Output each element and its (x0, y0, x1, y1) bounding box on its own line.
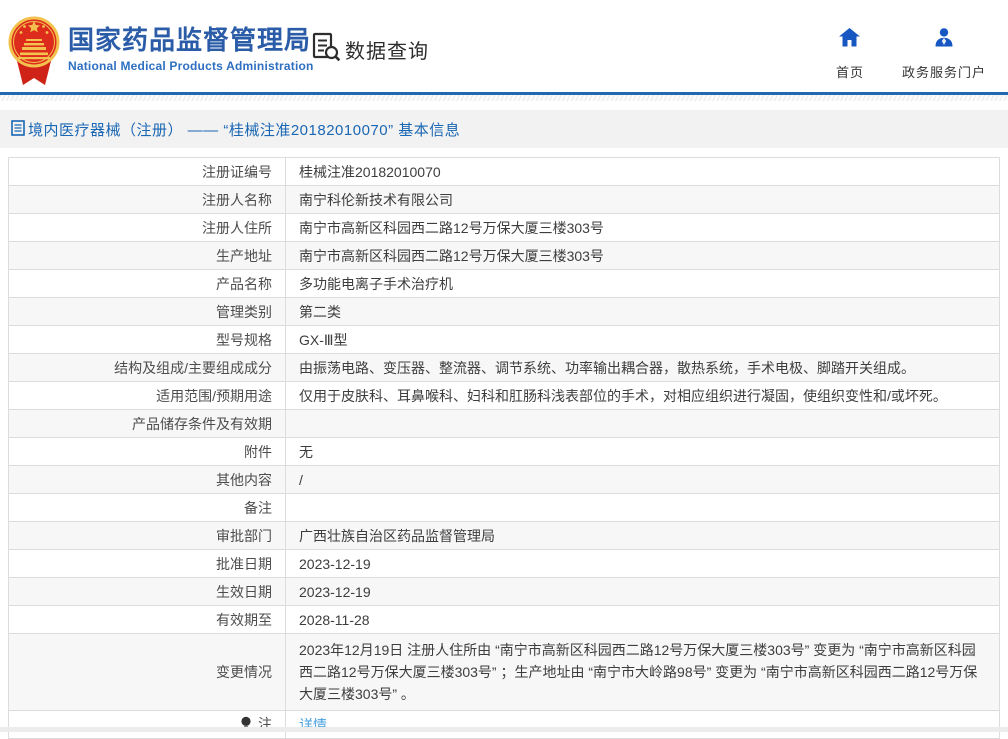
row-label-text: 批准日期 (216, 555, 272, 572)
row-value: GX-Ⅲ型 (285, 325, 1000, 354)
row-label: 注册证编号 (8, 157, 286, 186)
row-label: 结构及组成/主要组成成分 (8, 353, 286, 382)
table-row: 生产地址 南宁市高新区科园西二路12号万保大厦三楼303号 (8, 241, 1000, 270)
row-label-text: 其他内容 (216, 471, 272, 488)
row-label: 有效期至 (8, 605, 286, 634)
row-label: 注册人住所 (8, 213, 286, 242)
table-row: 附件无 (8, 437, 1000, 466)
list-icon (11, 119, 25, 139)
row-label-text: 产品储存条件及有效期 (132, 415, 272, 432)
row-label: 其他内容 (8, 465, 286, 494)
hatch-strip (0, 95, 1008, 101)
table-row: 生效日期 2023-12-19 (8, 577, 1000, 606)
table-row: 批准日期 2023-12-19 (8, 549, 1000, 578)
row-value: 南宁科伦新技术有限公司 (285, 185, 1000, 214)
row-label-text: 管理类别 (216, 303, 272, 320)
table-row: 注册人住所 南宁市高新区科园西二路12号万保大厦三楼303号 (8, 213, 1000, 242)
breadcrumb-text: 境内医疗器械（注册） —— “桂械注准20182010070” 基本信息 (28, 121, 461, 139)
breadcrumb: 境内医疗器械（注册） —— “桂械注准20182010070” 基本信息 (0, 110, 1008, 148)
row-label-text: 型号规格 (216, 331, 272, 348)
site-subtitle: National Medical Products Administration (68, 59, 314, 73)
row-value: 广西壮族自治区药品监督管理局 (285, 521, 1000, 550)
table-row: 管理类别 第二类 (8, 297, 1000, 326)
row-label: 变更情况 (8, 633, 286, 711)
footer-strip (0, 727, 1008, 732)
nav-label-service-portal: 政务服务门户 (901, 65, 986, 80)
row-value: 第二类 (285, 297, 1000, 326)
row-label: 注 (8, 710, 286, 739)
site-title: 国家药品监督管理局 (68, 25, 312, 55)
row-label: 附件 (8, 437, 286, 466)
table-row: 审批部门 广西壮族自治区药品监督管理局 (8, 521, 1000, 550)
row-value: / (285, 465, 1000, 494)
table-row: 注详情 (8, 710, 1000, 739)
row-value: 仅用于皮肤科、耳鼻喉科、妇科和肛肠科浅表部位的手术，对相应组织进行凝固，使组织变… (285, 381, 1000, 410)
row-value: 由振荡电路、变压器、整流器、调节系统、功率输出耦合器，散热系统，手术电极、脚踏开… (285, 353, 1000, 382)
row-label-text: 生产地址 (216, 247, 272, 264)
row-label-text: 注册人住所 (202, 219, 272, 236)
row-label-text: 适用范围/预期用途 (156, 387, 272, 404)
row-value: 多功能电离子手术治疗机 (285, 269, 1000, 298)
row-value (285, 409, 1000, 438)
table-row: 注册人名称 南宁科伦新技术有限公司 (8, 185, 1000, 214)
row-value: 2023年12月19日 注册人住所由 “南宁市高新区科园西二路12号万保大厦三楼… (285, 633, 1000, 711)
home-icon (839, 28, 861, 52)
row-label: 生效日期 (8, 577, 286, 606)
site-title-block: 国家药品监督管理局 National Medical Products Admi… (68, 25, 314, 73)
row-label: 产品名称 (8, 269, 286, 298)
row-label-text: 备注 (244, 499, 272, 516)
row-label-text: 附件 (244, 443, 272, 460)
data-query-label: 数据查询 (345, 41, 429, 63)
row-label: 生产地址 (8, 241, 286, 270)
row-label: 备注 (8, 493, 286, 522)
table-row: 注册证编号 桂械注准20182010070 (8, 157, 1000, 186)
national-emblem-logo (8, 13, 60, 89)
row-value: 详情 (285, 710, 1000, 739)
nav-item-service-portal[interactable]: 政务服务门户 (902, 28, 986, 81)
row-label: 审批部门 (8, 521, 286, 550)
row-value: 2028-11-28 (285, 605, 1000, 634)
info-table: 注册证编号 桂械注准20182010070 注册人名称 南宁科伦新技术有限公司 注册人住… (8, 157, 1000, 739)
row-value: 南宁市高新区科园西二路12号万保大厦三楼303号 (285, 241, 1000, 270)
row-value: 南宁市高新区科园西二路12号万保大厦三楼303号 (285, 213, 1000, 242)
nav-item-home[interactable]: 首页 (836, 28, 864, 81)
row-label-text: 产品名称 (216, 275, 272, 292)
row-label: 管理类别 (8, 297, 286, 326)
data-query-icon (312, 32, 341, 67)
table-row: 备注 (8, 493, 1000, 522)
table-row: 变更情况 2023年12月19日 注册人住所由 “南宁市高新区科园西二路12号万保… (8, 633, 1000, 711)
row-value (285, 493, 1000, 522)
row-label-text: 有效期至 (216, 611, 272, 628)
row-label: 型号规格 (8, 325, 286, 354)
table-row: 型号规格 GX-Ⅲ型 (8, 325, 1000, 354)
row-label: 产品储存条件及有效期 (8, 409, 286, 438)
row-label: 注册人名称 (8, 185, 286, 214)
row-label: 批准日期 (8, 549, 286, 578)
row-value: 桂械注准20182010070 (285, 157, 1000, 186)
person-icon (934, 28, 954, 52)
row-value: 2023-12-19 (285, 577, 1000, 606)
row-label-text: 审批部门 (216, 527, 272, 544)
table-row: 产品名称 多功能电离子手术治疗机 (8, 269, 1000, 298)
bulb-icon (240, 716, 252, 736)
top-nav: 首页 政务服务门户 (836, 28, 986, 81)
row-label-text: 变更情况 (216, 664, 272, 680)
table-row: 适用范围/预期用途 仅用于皮肤科、耳鼻喉科、妇科和肛肠科浅表部位的手术，对相应组织… (8, 381, 1000, 410)
table-row: 结构及组成/主要组成成分 由振荡电路、变压器、整流器、调节系统、功率输出耦合器，散… (8, 353, 1000, 382)
table-row: 其他内容 / (8, 465, 1000, 494)
data-query-section[interactable]: 数据查询 (312, 32, 429, 67)
table-row: 有效期至 2028-11-28 (8, 605, 1000, 634)
row-label-text: 生效日期 (216, 583, 272, 600)
row-value: 无 (285, 437, 1000, 466)
row-label-text: 结构及组成/主要组成成分 (114, 359, 272, 376)
row-label-text: 注册证编号 (202, 163, 272, 180)
table-row: 产品储存条件及有效期 (8, 409, 1000, 438)
page-header: 国家药品监督管理局 National Medical Products Admi… (0, 0, 1008, 92)
row-label: 适用范围/预期用途 (8, 381, 286, 410)
nav-label-home: 首页 (835, 65, 864, 80)
row-label-text: 注册人名称 (202, 191, 272, 208)
row-value: 2023-12-19 (285, 549, 1000, 578)
